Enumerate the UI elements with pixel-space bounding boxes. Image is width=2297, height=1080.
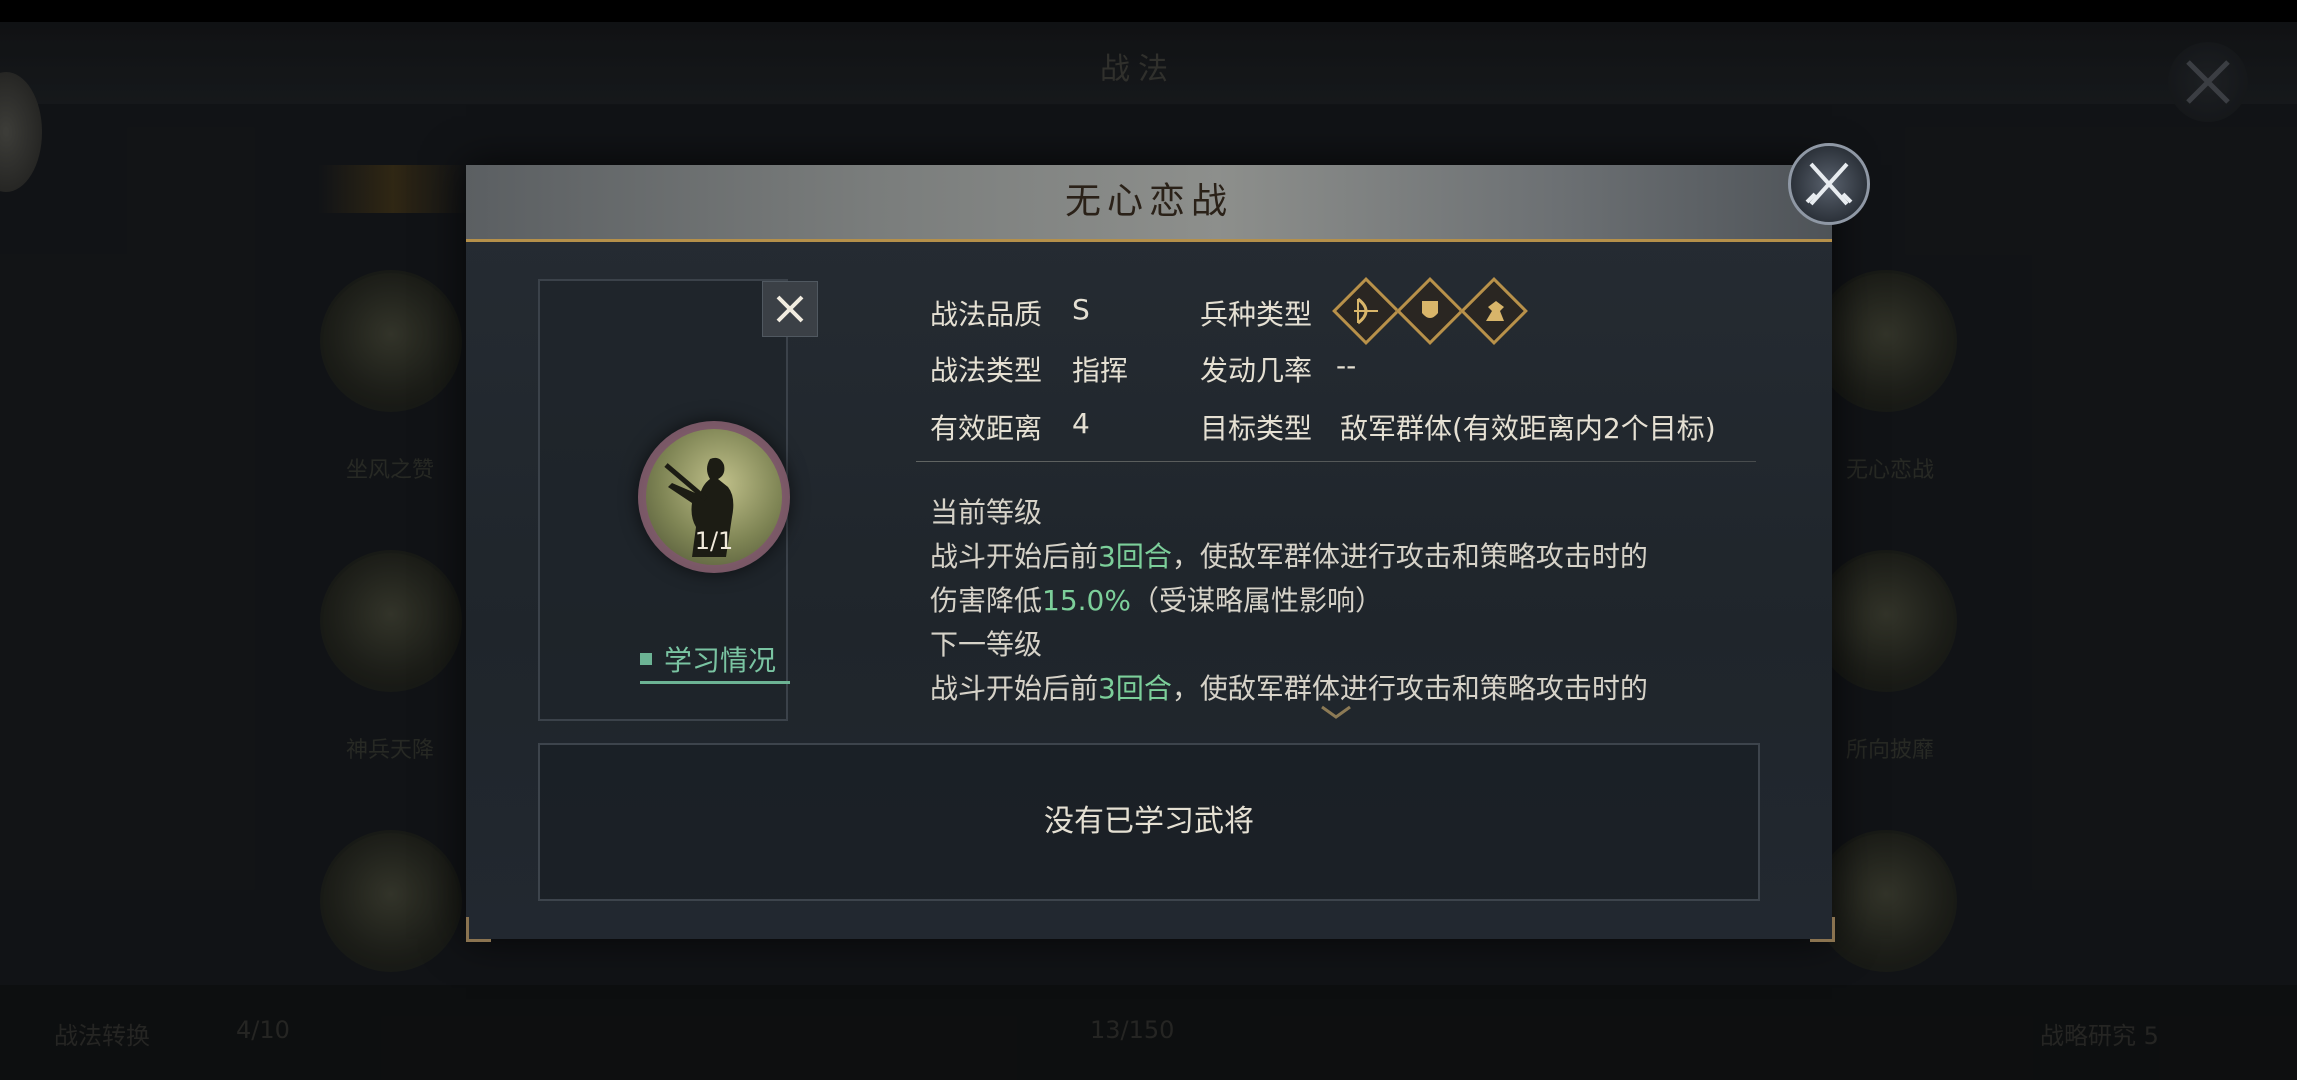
current-line2-post: （受谋略属性影响）	[1130, 584, 1383, 617]
quality-value: S	[1072, 293, 1090, 326]
troop-type-cavalry[interactable]	[1460, 277, 1528, 345]
range-label: 有效距离	[930, 412, 1043, 445]
troop-type-label: 兵种类型	[1200, 298, 1313, 331]
current-level-line2: 伤害降低15.0%（受谋略属性影响）	[930, 579, 1383, 619]
current-line1-highlight: 3回合	[1098, 540, 1172, 573]
current-line1-post: ，使敌军群体进行攻击和策略攻击时的	[1171, 540, 1648, 573]
next-level-line1: 战斗开始后前3回合，使敌军群体进行攻击和策略攻击时的	[930, 667, 1648, 707]
dialog-close-button[interactable]	[1788, 143, 1870, 225]
type-value: 指挥	[1072, 354, 1129, 387]
current-line1-pre: 战斗开始后前	[930, 540, 1099, 573]
current-level-heading: 当前等级	[930, 496, 1043, 529]
type-label: 战法类型	[930, 354, 1043, 387]
target-type-value: 敌军群体(有效距离内2个目标)	[1340, 412, 1716, 445]
bullet-icon	[640, 653, 652, 665]
remove-skill-button[interactable]	[762, 281, 818, 337]
learn-status-link[interactable]: 学习情况	[640, 639, 790, 684]
crossed-swords-icon	[1805, 162, 1853, 206]
trigger-rate-label: 发动几率	[1200, 354, 1313, 387]
dialog-header: 无心恋战	[466, 165, 1832, 242]
trigger-rate-value: --	[1336, 349, 1357, 382]
close-icon	[776, 295, 804, 323]
no-generals-message: 没有已学习武将	[1044, 804, 1254, 839]
next-level-heading: 下一等级	[930, 628, 1043, 661]
next-line1-pre: 战斗开始后前	[930, 672, 1099, 705]
corner-ornament	[466, 917, 491, 942]
current-level-line1: 战斗开始后前3回合，使敌军群体进行攻击和策略攻击时的	[930, 535, 1648, 575]
next-line1-post: ，使敌军群体进行攻击和策略攻击时的	[1171, 672, 1648, 705]
range-value: 4	[1072, 407, 1090, 440]
troop-type-archer[interactable]	[1332, 277, 1400, 345]
troop-type-shield[interactable]	[1396, 277, 1464, 345]
corner-ornament	[1810, 917, 1835, 942]
current-line2-highlight: 15.0%	[1042, 584, 1131, 617]
cavalry-icon	[1486, 301, 1504, 321]
shield-icon	[1422, 301, 1438, 318]
learned-generals-box: 没有已学习武将	[538, 743, 1760, 901]
current-line2-pre: 伤害降低	[930, 584, 1043, 617]
skill-count: 1/1	[694, 527, 734, 555]
scroll-down-chevron-icon[interactable]	[1316, 703, 1356, 723]
quality-label: 战法品质	[930, 298, 1043, 331]
divider	[916, 461, 1756, 462]
archer-icon	[1354, 297, 1378, 325]
learn-status-label: 学习情况	[664, 644, 777, 677]
dialog-title: 无心恋战	[1064, 181, 1233, 222]
skill-icon-art: 1/1	[646, 429, 782, 565]
skill-detail-dialog: 无心恋战 1/1 学习情况 战法品质 S 战法类型 指挥 有效距离 4 兵种类型	[466, 143, 1870, 942]
target-type-label: 目标类型	[1200, 412, 1313, 445]
skill-icon[interactable]: 1/1	[638, 421, 790, 573]
next-line1-highlight: 3回合	[1098, 672, 1172, 705]
